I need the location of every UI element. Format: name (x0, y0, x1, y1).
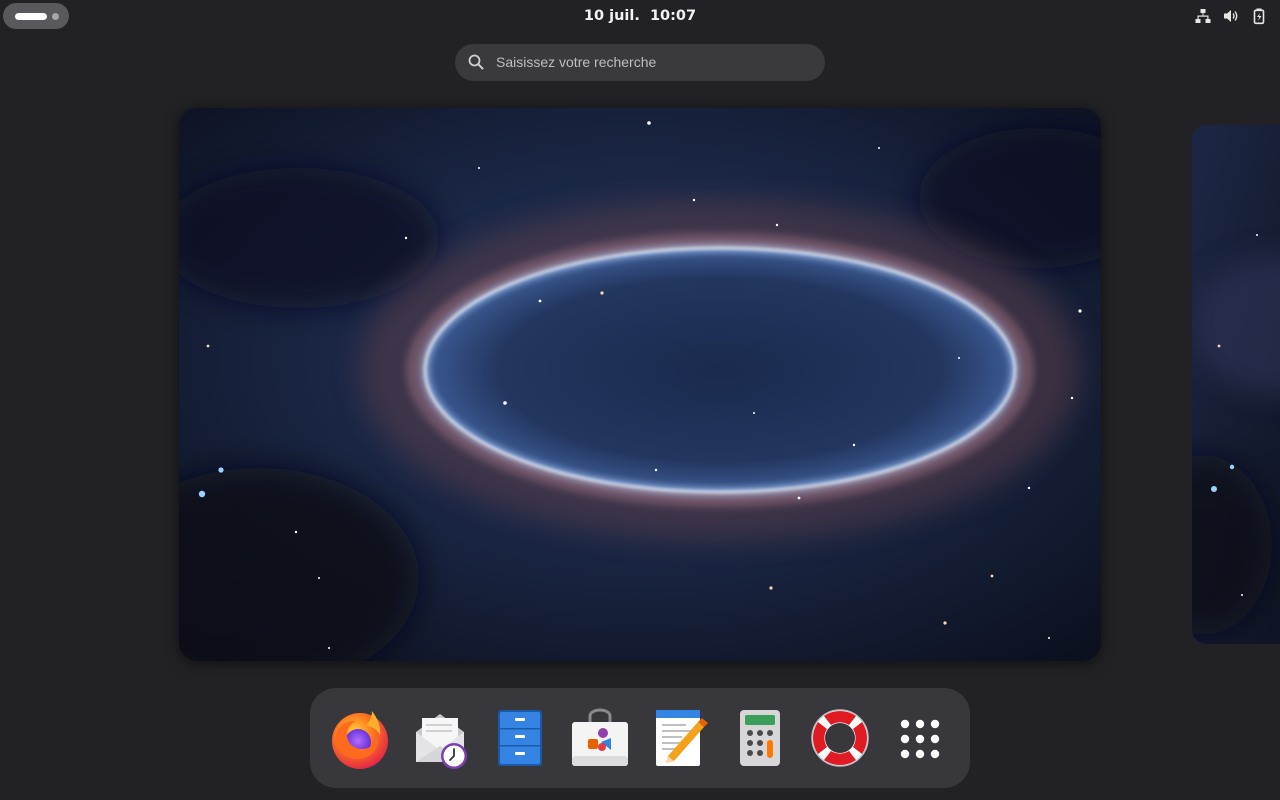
show-apps-button[interactable] (888, 706, 952, 770)
activities-button[interactable] (3, 3, 69, 29)
network-wired-icon[interactable] (1194, 7, 1212, 25)
dash-app-firefox[interactable] (328, 706, 392, 770)
firefox-icon (332, 711, 388, 769)
calculator-icon (740, 710, 780, 766)
wallpaper-image (179, 108, 1101, 661)
software-bag-icon (572, 708, 628, 766)
search-icon (467, 53, 485, 71)
mail-clock-icon (416, 714, 467, 769)
dash-app-calculator[interactable] (728, 706, 792, 770)
system-tray[interactable] (1194, 6, 1268, 26)
clock[interactable]: 10 juil. 10:07 (540, 0, 740, 32)
file-cabinet-icon (498, 710, 542, 766)
dash-app-help[interactable] (808, 706, 872, 770)
battery-charging-icon[interactable] (1250, 7, 1268, 25)
app-grid-icon (900, 719, 940, 759)
wallpaper-image (1192, 125, 1280, 644)
dash (310, 688, 970, 788)
dash-app-files[interactable] (488, 706, 552, 770)
text-editor-icon (656, 710, 708, 766)
workspace-thumbnail-next[interactable] (1192, 125, 1280, 644)
search-placeholder: Saisissez votre recherche (496, 54, 657, 70)
volume-icon[interactable] (1222, 7, 1240, 25)
search-entry[interactable]: Saisissez votre recherche (455, 44, 825, 81)
top-bar: 10 juil. 10:07 (0, 0, 1280, 32)
workspace-indicator-active (15, 13, 47, 20)
lifebuoy-icon (811, 709, 869, 767)
dash-app-software[interactable] (568, 706, 632, 770)
workspace-indicator-inactive (52, 13, 59, 20)
workspace-thumbnail-current[interactable] (179, 108, 1101, 661)
dash-app-text-editor[interactable] (648, 706, 712, 770)
dash-app-evolution[interactable] (408, 706, 472, 770)
